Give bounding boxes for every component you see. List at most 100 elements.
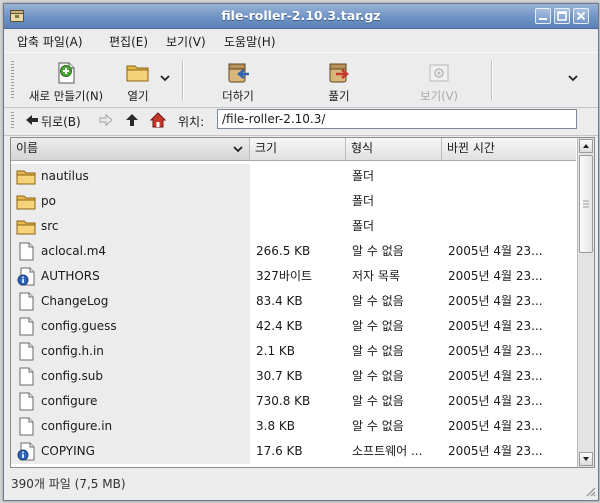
file-name: config.h.in (41, 344, 104, 358)
forward-button[interactable] (99, 113, 113, 127)
document-icon (19, 367, 34, 386)
open-button[interactable]: 열기 (117, 61, 159, 104)
chevron-down-icon (568, 75, 578, 82)
file-modified: 2005년 4월 23... (448, 269, 543, 283)
scroll-up-arrow-icon (583, 144, 589, 148)
extract-button[interactable]: 풀기 (316, 61, 362, 104)
toolbar-separator (182, 61, 184, 101)
close-icon (576, 11, 586, 21)
table-row[interactable]: ChangeLog 83.4 KB 알 수 없음 2005년 4월 23... (11, 289, 576, 314)
up-arrow-icon (126, 114, 138, 126)
file-modified: 2005년 4월 23... (448, 419, 543, 433)
column-header-modified[interactable]: 바뀐 시간 (442, 138, 576, 160)
column-type-label: 형식 (351, 141, 374, 155)
file-modified: 2005년 4월 23... (448, 369, 543, 383)
minimize-button[interactable] (535, 8, 551, 24)
view-label: 보기(V) (420, 89, 458, 103)
toolbar-grip[interactable] (11, 61, 14, 99)
status-bar: 390개 파일 (7,5 MB) (4, 469, 598, 499)
back-label: 뒤로(B) (41, 115, 81, 129)
chevron-down-icon (160, 75, 170, 82)
table-row[interactable]: configure.in 3.8 KB 알 수 없음 2005년 4월 23... (11, 414, 576, 439)
document-icon (19, 392, 34, 411)
file-type: 알 수 없음 (352, 419, 404, 433)
new-archive-button[interactable]: 새로 만들기(N) (22, 61, 110, 104)
table-row[interactable]: config.h.in 2.1 KB 알 수 없음 2005년 4월 23... (11, 339, 576, 364)
table-row[interactable]: COPYING 17.6 KB 소프트웨어 ... 2005년 4월 23... (11, 439, 576, 464)
file-size: 83.4 KB (256, 294, 303, 308)
location-path-input[interactable]: /file-roller-2.10.3/ (217, 109, 577, 129)
file-name: ChangeLog (41, 294, 109, 308)
open-recent-dropdown[interactable] (159, 71, 171, 85)
file-name: src (41, 219, 59, 233)
file-type: 알 수 없음 (352, 394, 404, 408)
file-type: 폴더 (352, 194, 375, 208)
up-button[interactable] (125, 113, 139, 127)
menu-archive[interactable]: 압축 파일(A) (17, 33, 83, 50)
table-row[interactable]: nautilus 폴더 (11, 164, 576, 189)
file-type: 저자 목록 (352, 269, 400, 283)
toolbar-overflow-button[interactable] (566, 71, 580, 85)
file-type: 폴더 (352, 169, 375, 183)
menu-edit[interactable]: 편집(E) (109, 33, 148, 50)
folder-icon (16, 195, 36, 210)
scroll-thumb[interactable] (579, 155, 593, 253)
maximize-button[interactable] (554, 8, 570, 24)
file-name: AUTHORS (41, 269, 100, 283)
table-row[interactable]: AUTHORS 327바이트 저자 목록 2005년 4월 23... (11, 264, 576, 289)
file-modified: 2005년 4월 23... (448, 394, 543, 408)
column-modified-label: 바뀐 시간 (447, 141, 495, 155)
home-button[interactable] (149, 112, 167, 128)
folder-icon (16, 170, 36, 185)
folder-icon (16, 220, 36, 235)
file-list: 이름 크기 형식 바뀐 시간 nautilus 폴더 po 폴더 src 폴더 acloca… (10, 137, 595, 468)
close-button[interactable] (573, 8, 589, 24)
table-row[interactable]: config.guess 42.4 KB 알 수 없음 2005년 4월 23... (11, 314, 576, 339)
extract-label: 풀기 (328, 89, 350, 103)
document-icon (19, 417, 34, 436)
file-type: 소프트웨어 ... (352, 444, 423, 458)
title-bar[interactable]: file-roller-2.10.3.tar.gz (4, 4, 598, 29)
table-row[interactable]: aclocal.m4 266.5 KB 알 수 없음 2005년 4월 23... (11, 239, 576, 264)
table-row[interactable]: configure 730.8 KB 알 수 없음 2005년 4월 23... (11, 389, 576, 414)
column-header-name[interactable]: 이름 (11, 138, 250, 160)
file-size: 17.6 KB (256, 444, 303, 458)
scroll-grip-icon (583, 200, 589, 208)
file-type: 알 수 없음 (352, 294, 404, 308)
menu-help[interactable]: 도움말(H) (224, 33, 276, 50)
status-text: 390개 파일 (7,5 MB) (11, 477, 126, 491)
table-row[interactable]: config.sub 30.7 KB 알 수 없음 2005년 4월 23... (11, 364, 576, 389)
view-button[interactable]: 보기(V) (408, 61, 470, 104)
file-name: COPYING (41, 444, 95, 458)
sort-descending-icon (233, 146, 243, 153)
new-archive-icon (58, 62, 75, 84)
open-folder-icon (126, 65, 149, 82)
add-files-button[interactable]: 더하기 (210, 61, 266, 104)
column-header-type[interactable]: 형식 (346, 138, 442, 160)
location-bar-grip[interactable] (11, 112, 14, 130)
location-label: 위치: (178, 115, 205, 129)
file-modified: 2005년 4월 23... (448, 319, 543, 333)
scroll-down-button[interactable] (579, 452, 593, 466)
file-modified: 2005년 4월 23... (448, 444, 543, 458)
column-name-label: 이름 (16, 141, 39, 155)
file-type: 알 수 없음 (352, 344, 404, 358)
file-list-header: 이름 크기 형식 바뀐 시간 (11, 138, 576, 161)
scroll-down-arrow-icon (583, 457, 589, 461)
file-type: 폴더 (352, 219, 375, 233)
resize-grip-icon[interactable] (584, 485, 596, 497)
file-size: 2.1 KB (256, 344, 295, 358)
column-header-size[interactable]: 크기 (250, 138, 346, 160)
table-row[interactable]: src 폴더 (11, 214, 576, 239)
menu-view[interactable]: 보기(V) (166, 33, 206, 50)
file-name: configure.in (41, 419, 113, 433)
table-row[interactable]: po 폴더 (11, 189, 576, 214)
document-icon (19, 242, 34, 261)
open-label: 열기 (127, 89, 149, 103)
new-archive-label: 새로 만들기(N) (28, 89, 104, 103)
file-size: 42.4 KB (256, 319, 303, 333)
menu-bar: 압축 파일(A) 편집(E) 보기(V) 도움말(H) (4, 29, 598, 51)
file-modified: 2005년 4월 23... (448, 244, 543, 258)
vertical-scrollbar[interactable] (577, 138, 594, 467)
scroll-up-button[interactable] (579, 139, 593, 153)
